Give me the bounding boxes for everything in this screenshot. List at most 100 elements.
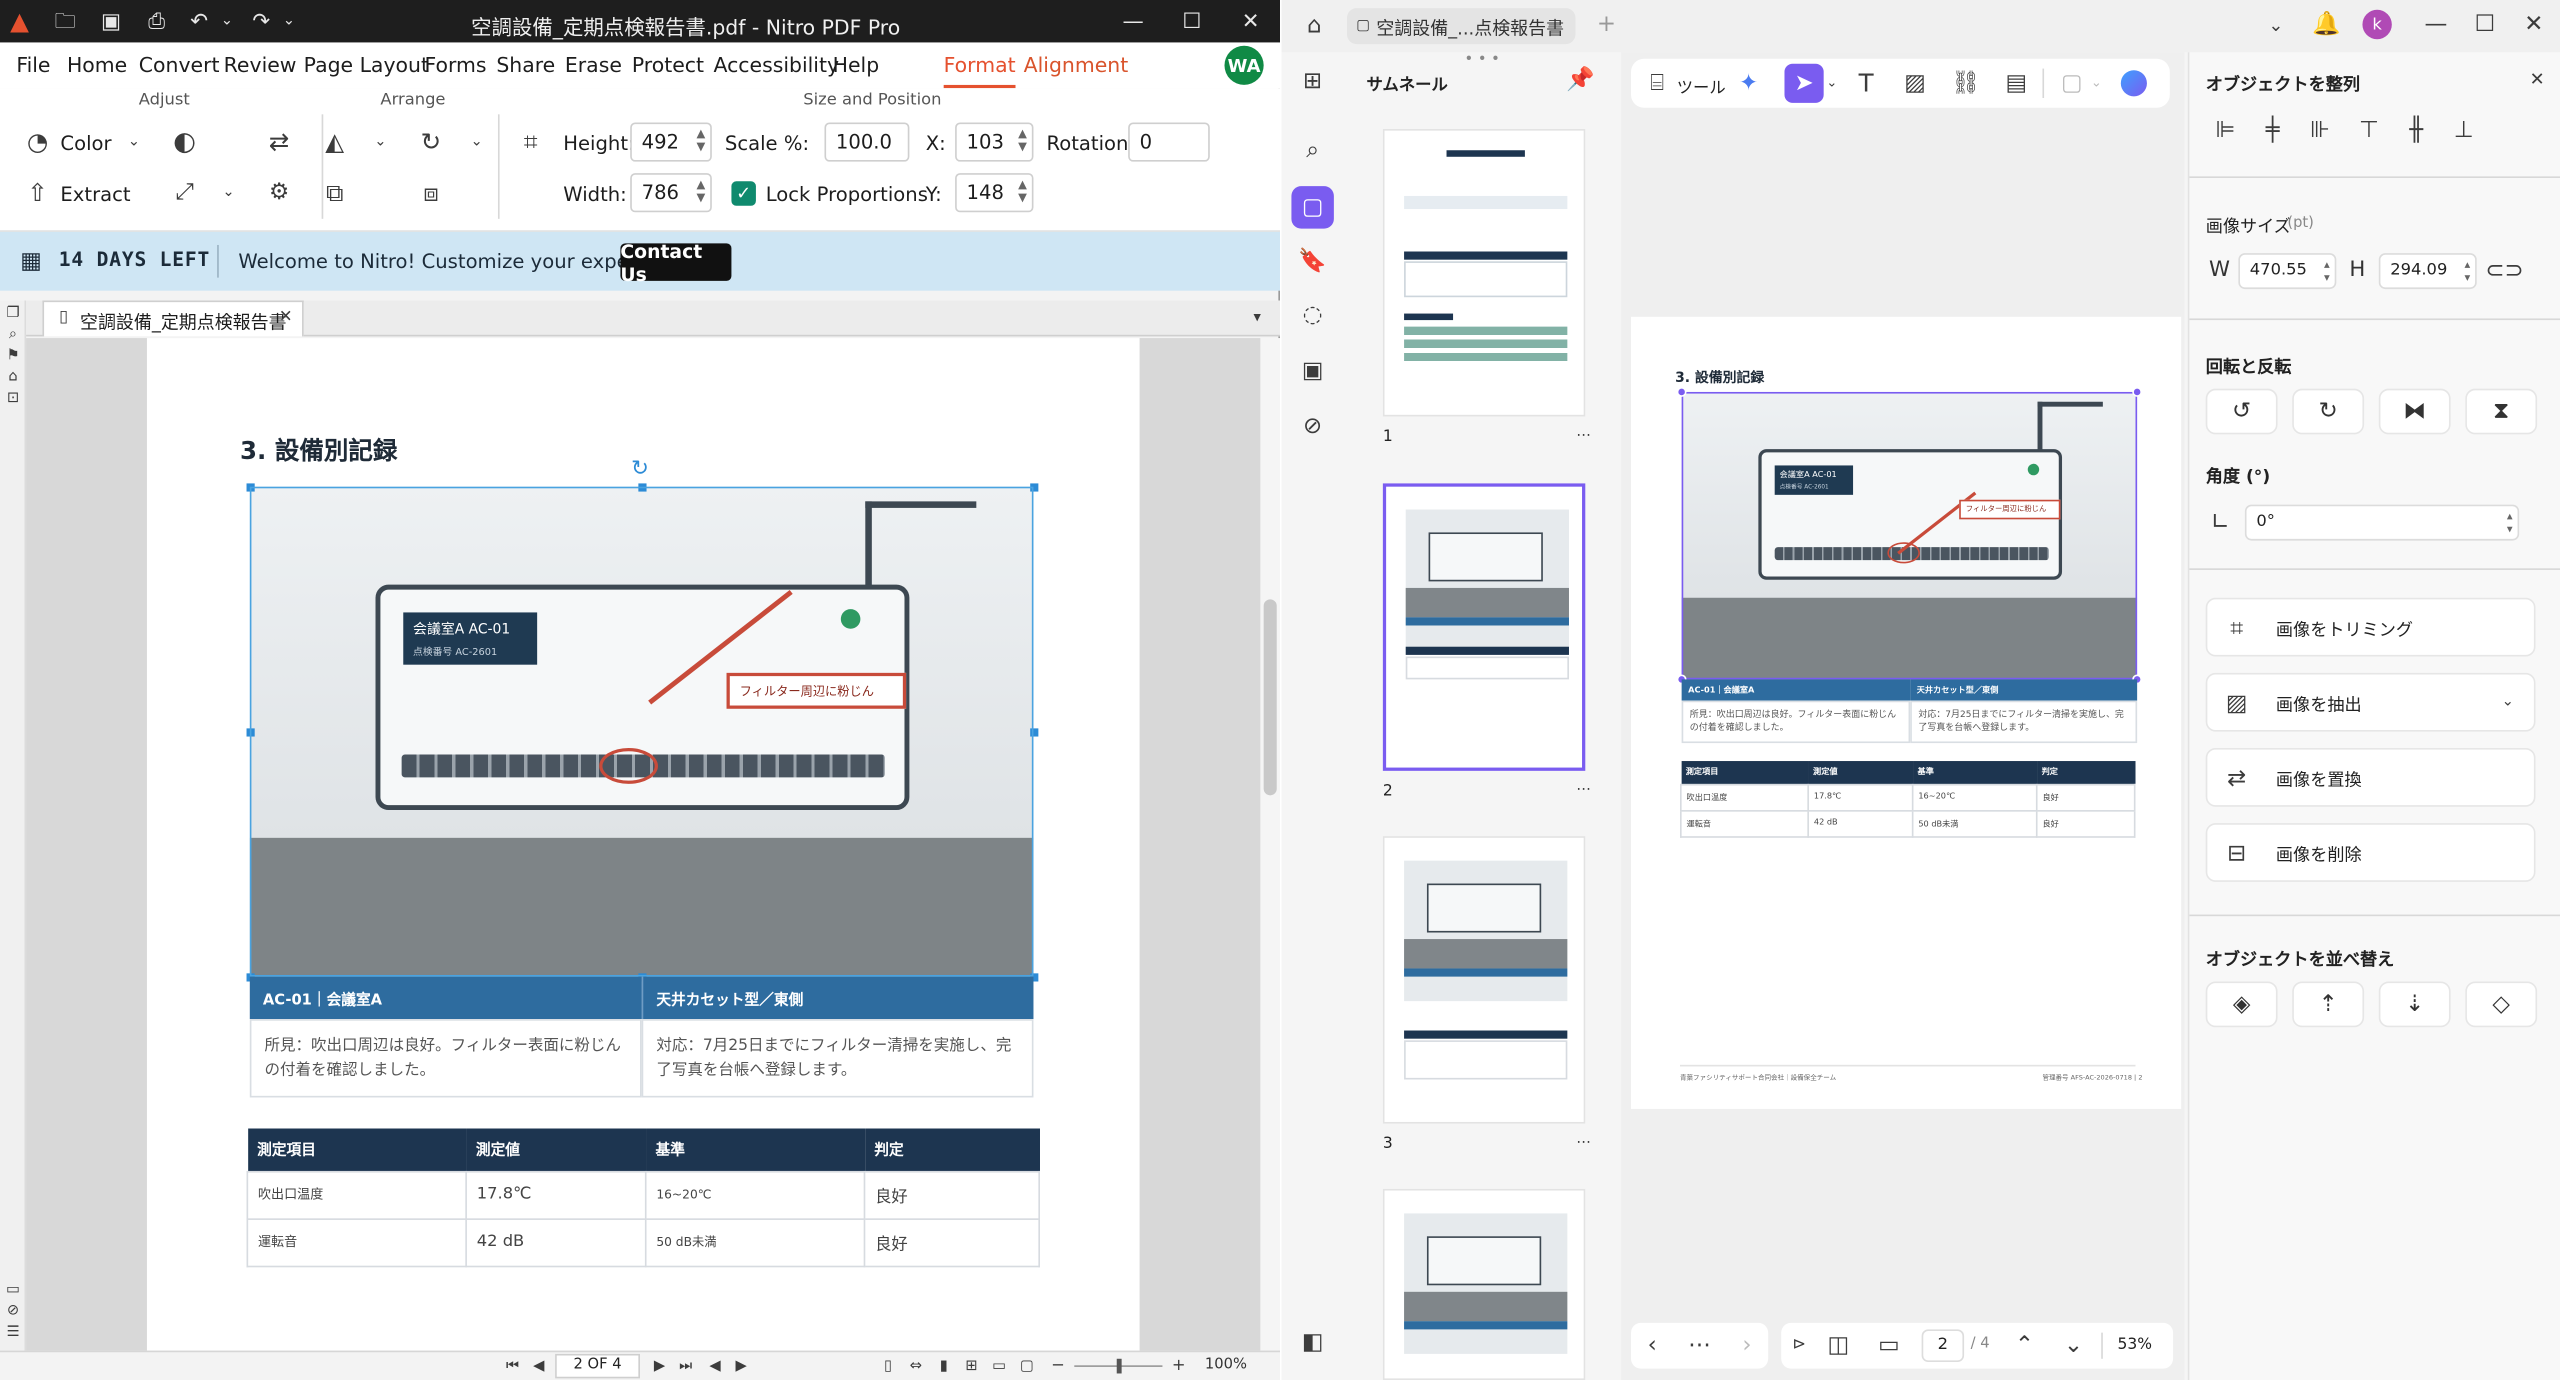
prev-page-icon[interactable]: ◀ [529,1357,549,1377]
close-window-icon-2[interactable]: ✕ [2522,13,2545,36]
attachment-panel-icon[interactable]: ⊘ [3,1302,23,1322]
align-middle-icon[interactable]: ╫ [2403,118,2429,144]
more-nav-icon[interactable]: ⋯ [1688,1334,1711,1357]
bookmark-panel-icon[interactable]: ⚑ [3,346,23,366]
save-icon[interactable]: ▣ [98,8,124,34]
menu-alignment[interactable]: Alignment [1024,52,1129,76]
vertical-scrollbar[interactable] [1260,338,1280,1351]
send-backward-button[interactable]: ⇣ [2378,981,2451,1028]
home-icon[interactable]: ⌂ [1301,13,1327,39]
zoom-in-icon[interactable]: + [1169,1357,1189,1377]
angle-field[interactable]: 0° ▴ ▾ [2244,504,2520,541]
maximize-icon-2[interactable]: ☐ [2473,13,2496,36]
zoom-level[interactable]: 100% [1205,1357,1247,1373]
angle-stepper-icon[interactable]: ▴ ▾ [2507,510,2513,536]
menu-page-layout[interactable]: Page Layout [304,52,429,76]
y-field[interactable]: 148 ▲ ▼ [955,173,1034,213]
color-icon[interactable]: ◔ [23,127,52,156]
ai-sparkle-icon[interactable]: ✦ [1736,70,1762,96]
menu-convert[interactable]: Convert [139,52,220,76]
flip-icon[interactable]: ◭ [320,127,349,156]
comment-icon[interactable]: ◌ [1300,302,1326,328]
page-down-icon[interactable]: ⌄ [2062,1334,2085,1357]
close-panel-icon[interactable]: ✕ [2526,67,2549,90]
delete-image-button[interactable]: ⊟ 画像を削除 [2205,823,2536,882]
redo-dropdown-icon[interactable]: ⌄ [281,11,297,31]
form-tool-icon[interactable]: ▤ [2003,70,2029,96]
resize-image-icon[interactable]: ⤢ [170,178,199,207]
lock-panel-icon[interactable]: ⊡ [3,389,23,409]
document-tab[interactable]: ▯ 空調設備_定期点検報告書 ✕ [42,300,304,337]
extract-label[interactable]: Extract [60,183,130,206]
group-objects-icon[interactable]: ⧈ [416,178,445,207]
menu-share[interactable]: Share [496,52,555,76]
rotate-cw-button[interactable]: ↻ [2292,388,2365,435]
lock-proportions-label[interactable]: Lock Proportions [766,183,928,206]
tag-panel-icon[interactable]: ⌂ [3,367,23,387]
link-proportions-icon[interactable]: ⊂⊃ [2485,256,2523,285]
bookmark-icon[interactable]: 🔖 [1298,248,1326,274]
select-dropdown-icon[interactable]: ⌄ [1824,73,1840,93]
expand-down-icon[interactable]: ⌄ [2264,13,2287,36]
replace-image-button[interactable]: ⇄ 画像を置換 [2205,747,2536,807]
notification-bell-icon[interactable]: 🔔 [2312,11,2340,37]
align-right-icon[interactable]: ⊪ [2307,118,2333,144]
pages-icon[interactable]: ▢ [1300,194,1326,220]
search-panel-icon[interactable]: ⌕ [3,325,23,345]
two-page-view-icon[interactable]: ▮ [934,1357,954,1377]
bring-to-front-button[interactable]: ◈ [2205,981,2278,1028]
single-page-view-icon[interactable]: ▯ [878,1357,898,1377]
width-stepper-icon[interactable]: ▲ ▼ [697,178,706,204]
height-stepper-icon[interactable]: ▲ ▼ [697,127,706,153]
minimize-icon-2[interactable]: — [2424,13,2447,36]
replace-icon[interactable]: ⇄ [264,127,293,156]
align-top-icon[interactable]: ⊤ [2356,118,2382,144]
user-avatar-2[interactable]: k [2362,9,2392,40]
presentation-icon[interactable]: ▭ [989,1357,1009,1377]
thumb-more-icon-2[interactable]: ⋯ [1572,782,1595,798]
assistant-icon[interactable] [2120,70,2147,97]
rotation-field[interactable]: 0 [1128,122,1210,162]
minimize-icon[interactable]: — [1120,8,1146,34]
h-field[interactable]: 294.09 ▴ ▾ [2378,253,2477,290]
lock-proportions-checkbox[interactable]: ✓ [731,181,756,206]
align-bottom-icon[interactable]: ⊥ [2451,118,2477,144]
comment-panel-icon[interactable]: ▭ [3,1280,23,1300]
prev-page-icon-2[interactable]: ‹ [1641,1334,1664,1357]
document-tab-2[interactable]: ▢ 空調設備_...点検報告書 [1346,8,1576,45]
apps-grid-icon[interactable]: ⊞ [1300,69,1326,95]
align-left-icon[interactable]: ⊫ [2212,118,2238,144]
contrast-icon[interactable]: ◐ [170,127,199,156]
flip-vertical-button[interactable]: ⧗ [2465,388,2538,435]
present-icon[interactable]: ▭ [1876,1334,1902,1357]
new-tab-icon[interactable]: + [1595,13,1618,36]
ai-sidebar-icon[interactable]: ◧ [1300,1329,1326,1355]
fullscreen-icon[interactable]: ▢ [1017,1357,1037,1377]
tools-label[interactable]: ツール [1677,73,1726,98]
flip-dropdown-icon[interactable]: ⌄ [371,132,391,152]
align-center-icon[interactable]: ╪ [2260,118,2286,144]
width-field[interactable]: 786 ▲ ▼ [630,173,712,213]
close-window-icon[interactable]: ✕ [1238,8,1264,34]
open-folder-icon[interactable]: 🗀 [52,8,78,34]
attachment-icon[interactable]: ⊘ [1300,413,1326,439]
back-view-icon[interactable]: ◀ [705,1357,725,1377]
next-page-icon[interactable]: ▶ [650,1357,670,1377]
search-icon[interactable]: ⌕ [1300,137,1326,163]
y-stepper-icon[interactable]: ▲ ▼ [1018,178,1027,204]
tab-list-dropdown-icon[interactable]: ▾ [1247,309,1267,329]
w-stepper-icon[interactable]: ▴ ▾ [2324,258,2330,284]
menu-help[interactable]: Help [833,52,880,76]
image-tool-icon[interactable]: ▨ [1902,70,1928,96]
extract-image-button[interactable]: ▨ 画像を抽出 ⌄ [2205,672,2536,732]
menu-forms[interactable]: Forms [424,52,486,76]
w-field[interactable]: 470.55 ▴ ▾ [2238,253,2337,290]
layers-panel-icon[interactable]: ☰ [3,1323,23,1343]
x-stepper-icon[interactable]: ▲ ▼ [1018,127,1027,153]
page-number-field[interactable]: 2 OF 4 [555,1353,640,1379]
bring-forward-button[interactable]: ⇡ [2292,981,2365,1028]
last-page-icon[interactable]: ⏭ [676,1357,696,1377]
thumbnail-page-1[interactable] [1382,129,1586,417]
forward-view-icon[interactable]: ▶ [731,1357,751,1377]
thumbnail-page-4[interactable] [1382,1188,1586,1380]
